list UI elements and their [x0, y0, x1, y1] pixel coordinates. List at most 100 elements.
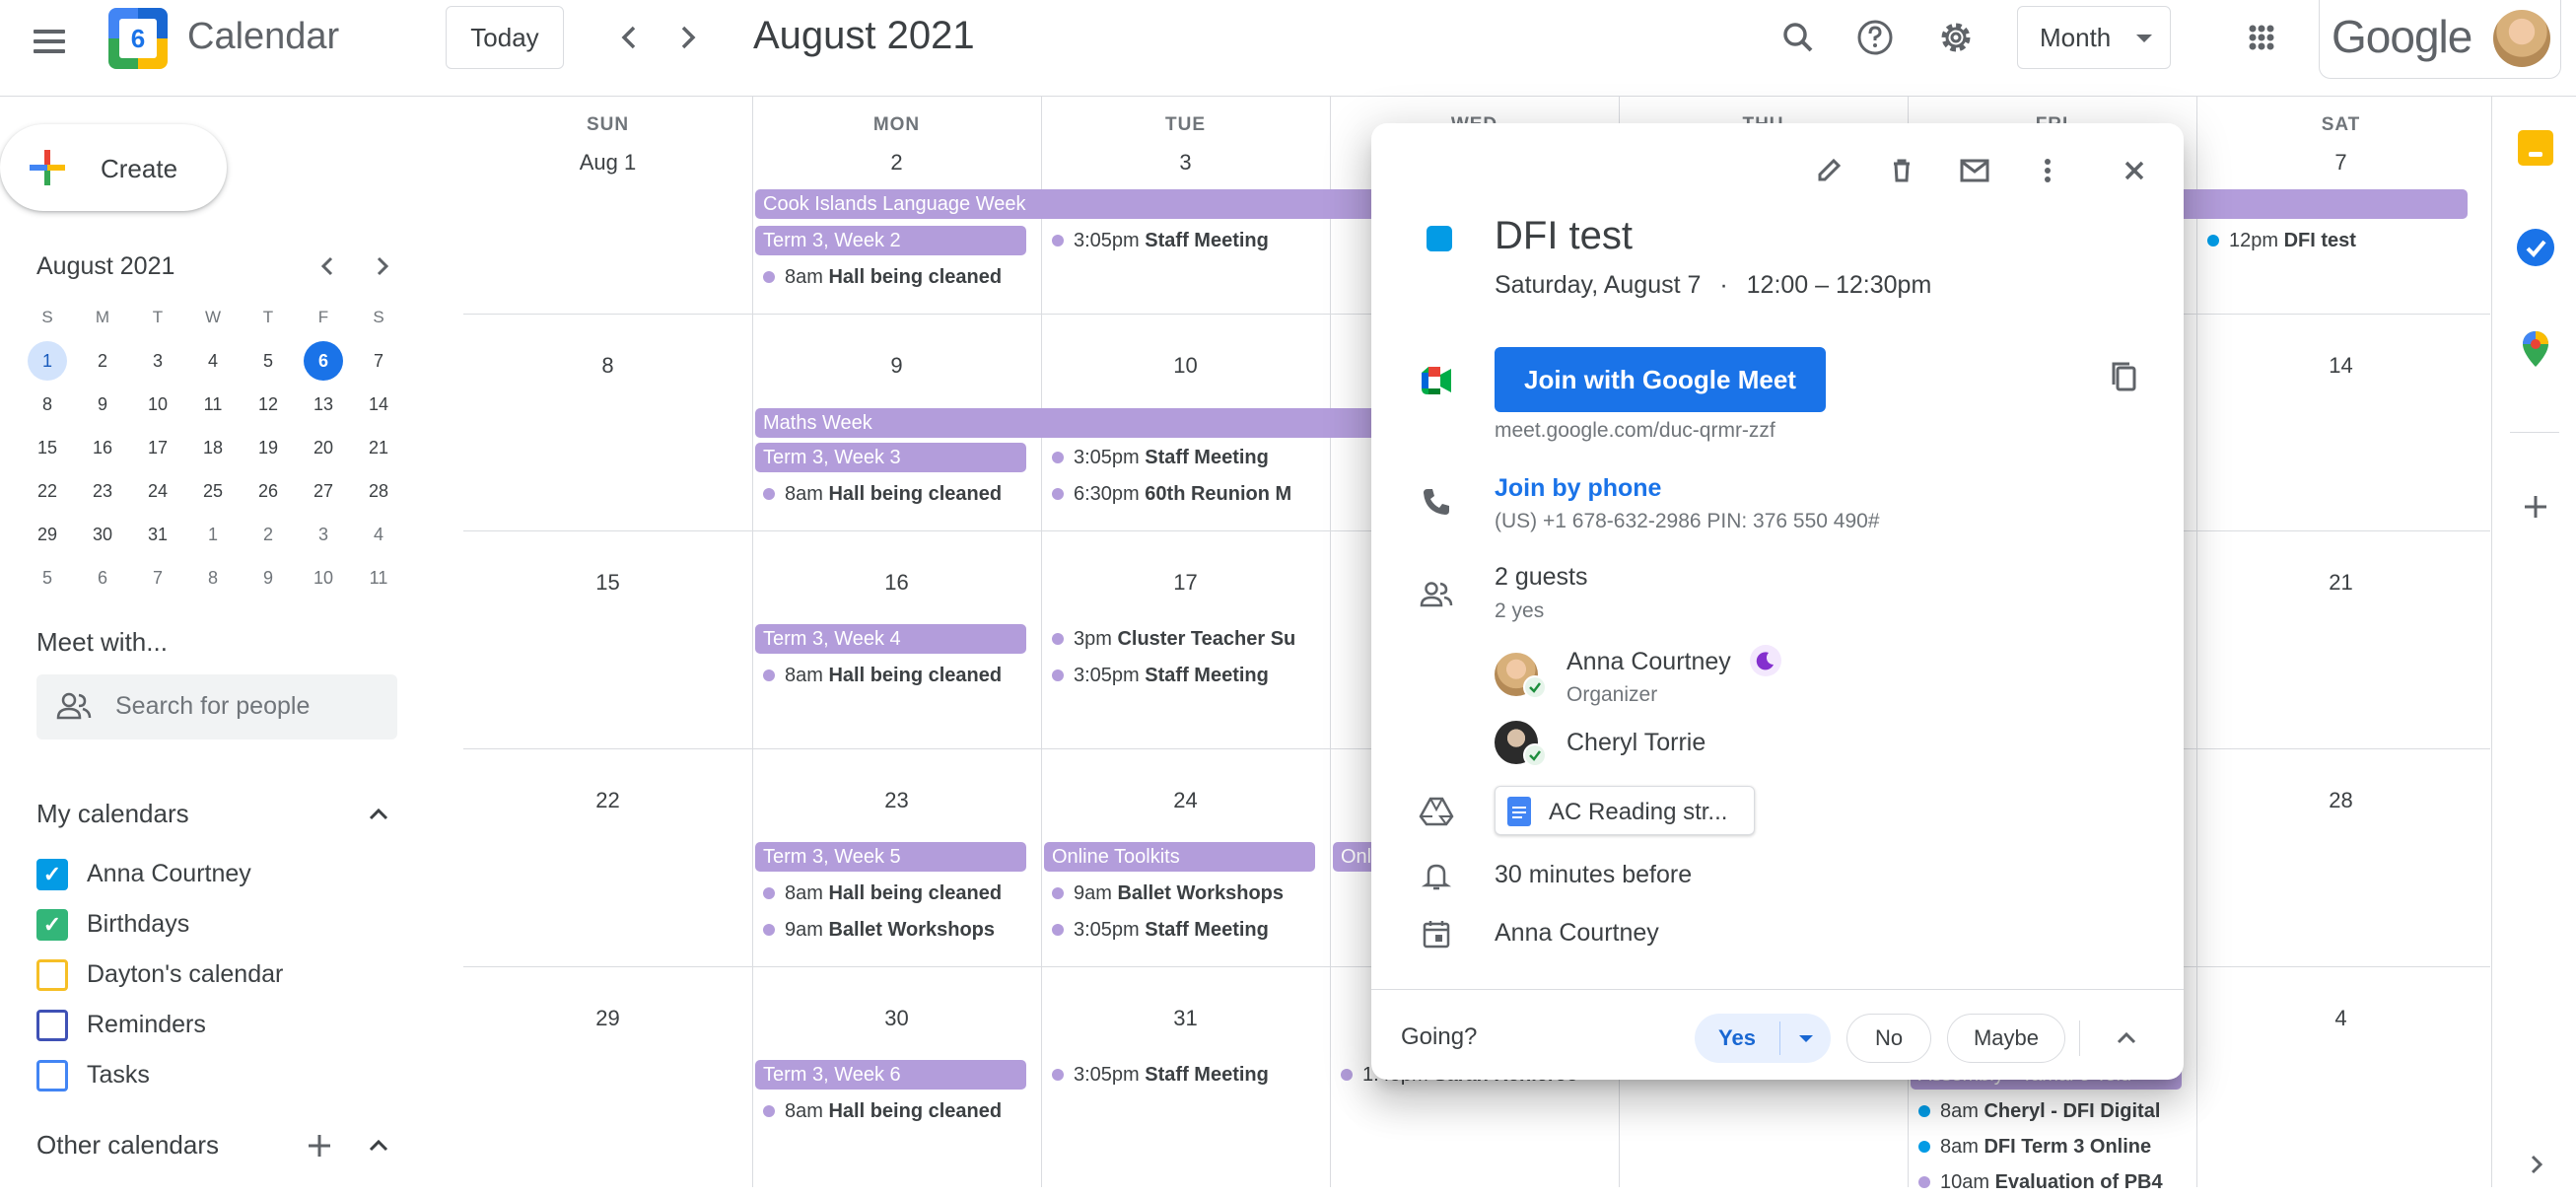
- mini-day[interactable]: 15: [26, 428, 69, 467]
- mini-day[interactable]: 31: [136, 515, 179, 554]
- add-addon-icon[interactable]: [2516, 487, 2555, 527]
- expand-rsvp-icon[interactable]: [2105, 1017, 2148, 1060]
- day-number[interactable]: 17: [1041, 570, 1330, 596]
- mini-day[interactable]: 10: [302, 558, 345, 598]
- timed-event[interactable]: 8am DFI Term 3 Online: [1911, 1132, 2192, 1162]
- all-day-event[interactable]: Term 3, Week 5: [755, 842, 1026, 872]
- rsvp-yes-button[interactable]: Yes: [1695, 1014, 1779, 1063]
- meet-link[interactable]: meet.google.com/duc-qrmr-zzf: [1495, 419, 1775, 443]
- day-number[interactable]: 2: [752, 150, 1041, 176]
- rsvp-no-button[interactable]: No: [1846, 1014, 1931, 1063]
- rsvp-maybe-button[interactable]: Maybe: [1947, 1014, 2065, 1063]
- timed-event[interactable]: 9am Ballet Workshops: [1044, 879, 1325, 908]
- timed-event[interactable]: 3:05pm Staff Meeting: [1044, 1060, 1325, 1090]
- mini-day[interactable]: 25: [191, 471, 235, 511]
- day-number[interactable]: Aug 1: [463, 150, 752, 176]
- today-button[interactable]: Today: [446, 6, 564, 69]
- mini-day[interactable]: 13: [302, 385, 345, 424]
- maps-icon[interactable]: [2520, 329, 2551, 369]
- day-number[interactable]: 21: [2196, 570, 2485, 596]
- day-number[interactable]: 29: [463, 1006, 752, 1031]
- timed-event[interactable]: 3pm Cluster Teacher Su: [1044, 624, 1325, 654]
- day-number[interactable]: 7: [2196, 150, 2485, 176]
- timed-event[interactable]: 10am Evaluation of PB4: [1911, 1167, 2192, 1197]
- timed-event[interactable]: 8am Hall being cleaned: [755, 1096, 1036, 1126]
- mini-day[interactable]: 9: [81, 385, 124, 424]
- calendar-checkbox[interactable]: [36, 1010, 68, 1041]
- mini-day[interactable]: 20: [302, 428, 345, 467]
- tasks-icon[interactable]: [2517, 229, 2554, 266]
- timed-event[interactable]: 3:05pm Staff Meeting: [1044, 443, 1325, 472]
- previous-period-icon[interactable]: [601, 10, 657, 65]
- mini-day[interactable]: 17: [136, 428, 179, 467]
- mini-day[interactable]: 21: [357, 428, 400, 467]
- timed-event[interactable]: 6:30pm 60th Reunion M: [1044, 479, 1325, 509]
- mini-day[interactable]: 7: [357, 341, 400, 381]
- create-button[interactable]: Create: [0, 124, 227, 211]
- mini-day[interactable]: 5: [26, 558, 69, 598]
- mini-day[interactable]: 2: [81, 341, 124, 381]
- all-day-event[interactable]: Online Toolkits: [1044, 842, 1315, 872]
- mini-prev-month-icon[interactable]: [306, 245, 349, 288]
- mini-day[interactable]: 29: [26, 515, 69, 554]
- day-number[interactable]: 9: [752, 353, 1041, 379]
- join-by-phone-link[interactable]: Join by phone: [1495, 474, 1661, 503]
- mini-day[interactable]: 5: [246, 341, 290, 381]
- calendar-checkbox[interactable]: [36, 1060, 68, 1091]
- mini-day[interactable]: 1: [28, 341, 67, 381]
- day-number[interactable]: 30: [752, 1006, 1041, 1031]
- mini-day[interactable]: 28: [357, 471, 400, 511]
- mini-next-month-icon[interactable]: [361, 245, 404, 288]
- timed-event[interactable]: 3:05pm Staff Meeting: [1044, 226, 1325, 255]
- mini-day[interactable]: 8: [191, 558, 235, 598]
- timed-event[interactable]: 9am Ballet Workshops: [755, 915, 1036, 945]
- edit-event-icon[interactable]: [1803, 145, 1854, 196]
- day-number[interactable]: 24: [1041, 788, 1330, 813]
- mini-day[interactable]: 11: [191, 385, 235, 424]
- timed-event[interactable]: 8am Hall being cleaned: [755, 879, 1036, 908]
- account-area[interactable]: Google: [2319, 0, 2561, 79]
- main-menu-icon[interactable]: [30, 22, 69, 61]
- all-day-event[interactable]: Term 3, Week 4: [755, 624, 1026, 654]
- next-period-icon[interactable]: [661, 10, 716, 65]
- timed-event[interactable]: 8am Hall being cleaned: [755, 661, 1036, 690]
- mini-day[interactable]: 6: [81, 558, 124, 598]
- search-icon[interactable]: [1771, 10, 1826, 65]
- mini-day[interactable]: 14: [357, 385, 400, 424]
- mini-day[interactable]: 24: [136, 471, 179, 511]
- keep-icon[interactable]: [2518, 130, 2553, 166]
- delete-event-icon[interactable]: [1876, 145, 1927, 196]
- calendar-logo-icon[interactable]: 6: [108, 8, 168, 69]
- mini-day[interactable]: 12: [246, 385, 290, 424]
- mini-day[interactable]: 9: [246, 558, 290, 598]
- calendar-checkbox[interactable]: ✓: [36, 859, 68, 890]
- day-number[interactable]: 16: [752, 570, 1041, 596]
- attachment-chip[interactable]: AC Reading str...: [1495, 786, 1755, 835]
- day-number[interactable]: 28: [2196, 788, 2485, 813]
- timed-event[interactable]: 3:05pm Staff Meeting: [1044, 915, 1325, 945]
- rsvp-options-dropdown-icon[interactable]: [1781, 1014, 1831, 1063]
- mini-day[interactable]: 22: [26, 471, 69, 511]
- more-options-icon[interactable]: [2022, 145, 2073, 196]
- mini-day[interactable]: 8: [26, 385, 69, 424]
- mini-day[interactable]: 1: [191, 515, 235, 554]
- mini-day[interactable]: 16: [81, 428, 124, 467]
- all-day-event[interactable]: Term 3, Week 3: [755, 443, 1026, 472]
- calendar-item[interactable]: Dayton's calendar: [36, 953, 391, 993]
- day-number[interactable]: 14: [2196, 353, 2485, 379]
- apps-grid-icon[interactable]: [2234, 10, 2289, 65]
- join-meet-button[interactable]: Join with Google Meet: [1495, 347, 1826, 412]
- day-number[interactable]: 4: [2196, 1006, 2485, 1031]
- calendar-item[interactable]: ✓ Anna Courtney: [36, 853, 391, 892]
- mini-day[interactable]: 7: [136, 558, 179, 598]
- day-number[interactable]: 8: [463, 353, 752, 379]
- mini-day[interactable]: 11: [357, 558, 400, 598]
- mini-day[interactable]: 4: [191, 341, 235, 381]
- timed-event[interactable]: 12pm DFI test: [2199, 226, 2480, 255]
- calendar-item[interactable]: Tasks: [36, 1054, 391, 1093]
- settings-gear-icon[interactable]: [1928, 10, 1984, 65]
- day-number[interactable]: 10: [1041, 353, 1330, 379]
- calendar-checkbox[interactable]: [36, 959, 68, 991]
- expand-panel-icon[interactable]: [2522, 1150, 2551, 1179]
- add-calendar-icon[interactable]: [300, 1126, 339, 1165]
